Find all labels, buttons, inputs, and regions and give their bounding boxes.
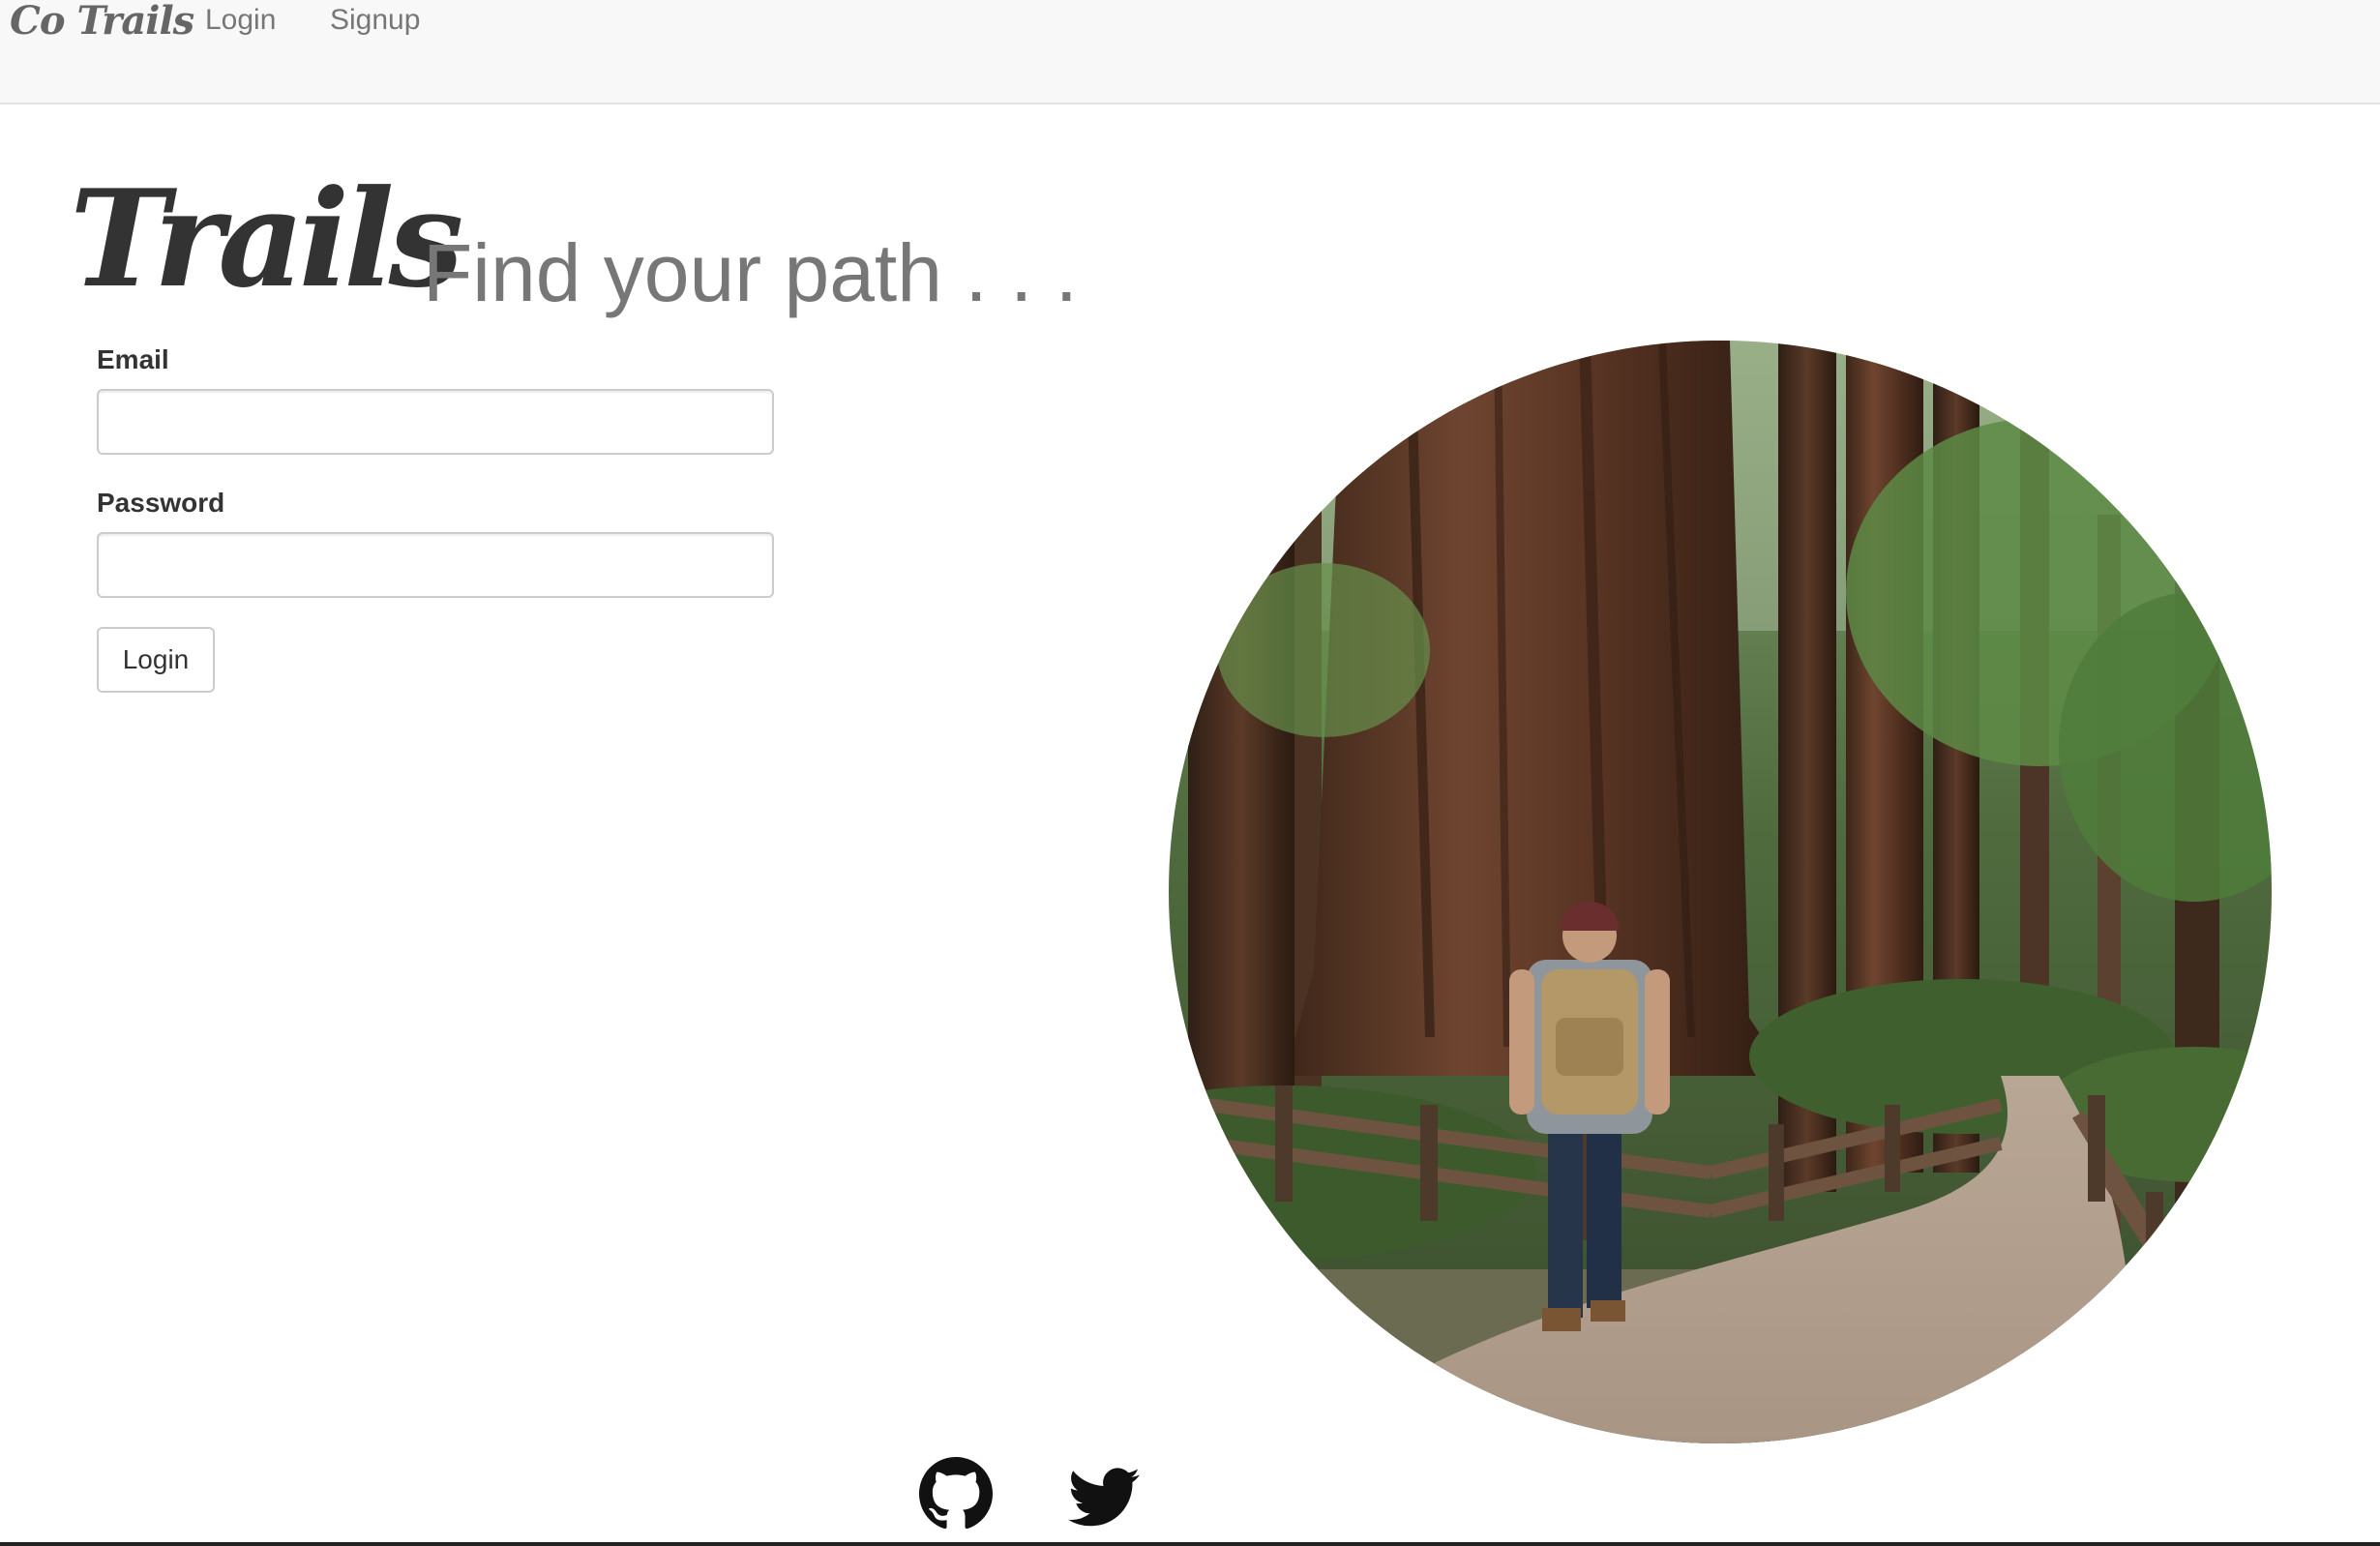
login-button[interactable]: Login [97,627,215,693]
twitter-link[interactable] [1068,1467,1140,1533]
password-input[interactable] [97,532,774,598]
email-label: Email [97,344,169,374]
twitter-icon [1068,1468,1140,1527]
password-label: Password [97,488,225,518]
navbar: Co Trails Login Signup [0,0,2380,104]
nav-signup-link[interactable]: Signup [330,4,420,37]
github-icon [919,1457,993,1530]
forest-trail-photo [1169,341,2272,1443]
hero-tagline: Find your path . . . [423,227,1079,318]
nav-login-link[interactable]: Login [205,4,276,37]
email-input[interactable] [97,389,774,455]
brand-logo[interactable]: Co Trails [10,0,194,44]
github-link[interactable] [919,1457,993,1535]
hero-title: Trails [70,160,463,317]
bottom-border [0,1542,2380,1546]
